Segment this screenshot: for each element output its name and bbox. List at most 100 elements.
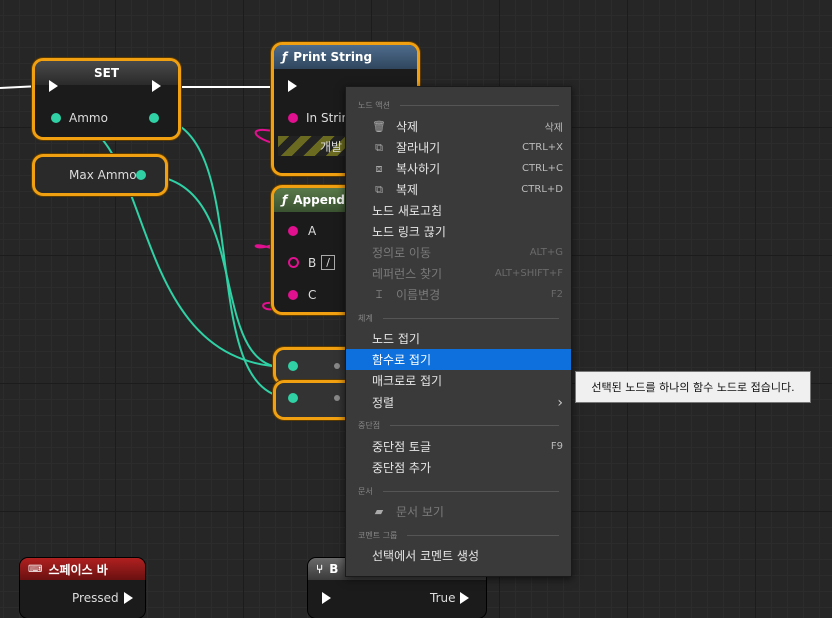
- trash-icon: 🗑: [372, 120, 386, 133]
- menu-item-label: 노드 링크 끊기: [372, 225, 446, 239]
- menu-item-toggle-breakpoint[interactable]: 중단점 토글 F9: [346, 436, 571, 457]
- menu-item-label: 선택에서 코멘트 생성: [372, 549, 479, 563]
- max-ammo-label: Max Ammo: [69, 168, 137, 182]
- duplicate-icon: ⧉: [375, 182, 383, 196]
- section-organization: 체계: [358, 311, 559, 325]
- exec-in-pin[interactable]: [288, 80, 297, 92]
- menu-item-cut[interactable]: ⧉ 잘라내기 CTRL+X: [346, 137, 571, 158]
- exec-out-pin[interactable]: [152, 80, 161, 92]
- menu-item-label: 정렬: [372, 396, 395, 410]
- ammo-wire: [59, 117, 294, 369]
- section-label: 중단점: [358, 420, 381, 430]
- menu-item-goto-definition[interactable]: 정의로 이동 ALT+G: [346, 242, 571, 263]
- pin-c-label: C: [308, 288, 317, 302]
- dev-only-label: 개발: [320, 140, 343, 154]
- menu-item-view-docs[interactable]: ▰ 문서 보기: [346, 501, 571, 522]
- menu-item-collapse-to-function[interactable]: 함수로 접기: [346, 349, 571, 370]
- menu-item-collapse-to-macro[interactable]: 매크로로 접기: [346, 370, 571, 391]
- exec-in-pin[interactable]: [49, 80, 58, 92]
- menu-item-shortcut: CTRL+X: [522, 142, 563, 153]
- pin-c[interactable]: [288, 290, 298, 300]
- pin-a-label: A: [308, 224, 317, 238]
- section-label: 문서: [358, 486, 373, 496]
- exec-in-pin[interactable]: [322, 592, 331, 604]
- compact-in-pin[interactable]: [288, 361, 298, 371]
- function-icon: ƒ: [282, 50, 288, 64]
- menu-item-shortcut: ALT+G: [529, 247, 563, 258]
- pressed-exec-pin[interactable]: [124, 592, 133, 604]
- function-icon: ƒ: [282, 193, 288, 207]
- in-string-pin-row: In Strin: [288, 111, 349, 125]
- menu-item-shortcut: F2: [550, 289, 563, 300]
- section-label: 코멘트 그룹: [358, 530, 398, 540]
- menu-item-copy[interactable]: ⧈ 복사하기 CTRL+C: [346, 158, 571, 179]
- exec-wire: [0, 85, 41, 89]
- menu-item-label: 잘라내기: [396, 141, 441, 155]
- compact-out-pin[interactable]: [334, 395, 340, 401]
- menu-item-break-links[interactable]: 노드 링크 끊기: [346, 221, 571, 242]
- menu-item-shortcut: CTRL+C: [522, 163, 563, 174]
- menu-item-label: 문서 보기: [396, 505, 444, 519]
- menu-item-refresh[interactable]: 노드 새로고침: [346, 200, 571, 221]
- branch-icon: ⑂: [316, 562, 324, 576]
- in-string-pin[interactable]: [288, 113, 298, 123]
- print-string-title: Print String: [293, 50, 373, 64]
- menu-item-create-comment[interactable]: 선택에서 코멘트 생성: [346, 545, 571, 566]
- cut-icon: ⧉: [375, 140, 383, 154]
- pin-b-row: B /: [288, 255, 335, 270]
- tooltip: 선택된 노드를 하나의 함수 노드로 접습니다.: [575, 371, 811, 403]
- true-exec-pin[interactable]: [460, 592, 469, 604]
- menu-item-delete[interactable]: 🗑 삭제 삭제: [346, 116, 571, 137]
- menu-item-label: 노드 접기: [372, 332, 420, 346]
- section-label: 노드 액션: [358, 100, 390, 110]
- section-label: 체계: [358, 313, 373, 323]
- branch-title: B: [329, 562, 339, 576]
- menu-item-label: 중단점 추가: [372, 461, 432, 475]
- menu-item-rename[interactable]: ⌶ 이름변경 F2: [346, 284, 571, 305]
- pin-b[interactable]: [288, 257, 299, 268]
- menu-item-shortcut: ALT+SHIFT+F: [494, 268, 563, 279]
- keyboard-icon: ⌨: [28, 563, 43, 575]
- menu-item-collapse-nodes[interactable]: 노드 접기: [346, 328, 571, 349]
- copy-icon: ⧈: [375, 161, 383, 175]
- menu-item-duplicate[interactable]: ⧉ 복제 CTRL+D: [346, 179, 571, 200]
- max-ammo-node[interactable]: Max Ammo: [35, 157, 165, 193]
- menu-item-label: 매크로로 접기: [372, 374, 443, 388]
- pressed-label: Pressed: [72, 591, 119, 605]
- section-node-actions: 노드 액션: [358, 98, 559, 112]
- ammo-out-pin[interactable]: [149, 113, 159, 123]
- menu-item-label: 이름변경: [396, 288, 441, 302]
- append-title: Append: [293, 193, 345, 207]
- menu-item-label: 복제: [396, 183, 419, 197]
- ammo-pin[interactable]: [51, 113, 61, 123]
- pin-b-value-input[interactable]: /: [321, 255, 335, 270]
- menu-item-label: 함수로 접기: [372, 353, 432, 367]
- compact-out-pin[interactable]: [334, 363, 340, 369]
- set-node[interactable]: SET Ammo: [35, 61, 178, 137]
- section-comment-group: 코멘트 그룹: [358, 528, 559, 542]
- section-breakpoints: 중단점: [358, 418, 559, 432]
- menu-item-add-breakpoint[interactable]: 중단점 추가: [346, 457, 571, 478]
- menu-item-alignment[interactable]: 정렬 ›: [346, 392, 571, 413]
- rename-icon: ⌶: [375, 287, 383, 301]
- pin-a[interactable]: [288, 226, 298, 236]
- compact-node-1[interactable]: [276, 350, 356, 382]
- space-bar-title: 스페이스 바: [48, 562, 108, 577]
- compact-in-pin[interactable]: [288, 393, 298, 403]
- max-ammo-out-pin[interactable]: [136, 170, 146, 180]
- menu-item-label: 삭제: [396, 120, 419, 134]
- section-documentation: 문서: [358, 484, 559, 498]
- menu-item-find-references[interactable]: 레퍼런스 찾기 ALT+SHIFT+F: [346, 263, 571, 284]
- docs-icon: ▰: [374, 505, 384, 518]
- menu-item-label: 중단점 토글: [372, 440, 432, 454]
- menu-item-label: 복사하기: [396, 162, 441, 176]
- ammo-pin-label: Ammo: [69, 111, 108, 125]
- true-label: True: [430, 591, 456, 605]
- ammo-pin-row: Ammo: [51, 111, 108, 125]
- menu-item-label: 레퍼런스 찾기: [372, 267, 443, 281]
- menu-item-shortcut: F9: [550, 441, 563, 452]
- space-bar-node[interactable]: ⌨ 스페이스 바 Pressed: [20, 558, 145, 618]
- max-ammo-wire: [141, 174, 294, 369]
- compact-node-2[interactable]: [276, 383, 356, 417]
- context-menu[interactable]: 노드 액션 🗑 삭제 삭제 ⧉ 잘라내기 CTRL+X ⧈ 복사하기 CTRL+…: [345, 86, 572, 577]
